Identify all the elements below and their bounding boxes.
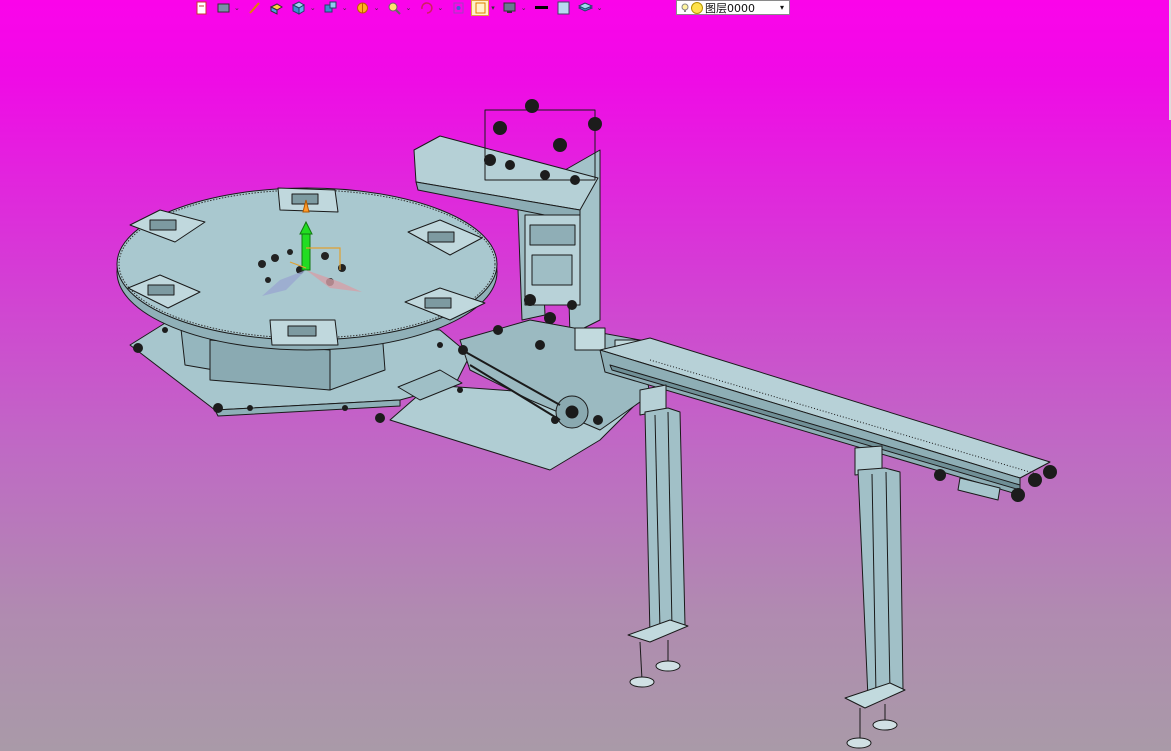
box-open-icon[interactable] [268, 1, 286, 16]
layer-stack-icon[interactable] [577, 1, 595, 16]
support-leg-front [627, 384, 689, 688]
cube-icon[interactable] [290, 1, 308, 16]
zoom-icon[interactable] [386, 1, 404, 16]
fit-icon[interactable] [449, 1, 467, 16]
chevron-down-icon[interactable]: ⌄ [342, 4, 348, 12]
chevron-down-icon[interactable]: ⌄ [374, 4, 380, 12]
new-sheet-icon[interactable] [192, 1, 210, 16]
layer-selector[interactable]: 图层0000 ▾ [676, 0, 790, 15]
lightbulb-icon[interactable] [681, 3, 689, 13]
model-viewport[interactable] [0, 0, 1171, 751]
rotate-icon[interactable] [417, 1, 435, 16]
chevron-down-icon[interactable]: ⌄ [521, 4, 527, 12]
fill-color-icon[interactable] [555, 1, 573, 16]
chevron-down-icon[interactable]: ⌄ [234, 4, 240, 12]
layer-color-icon[interactable] [691, 1, 703, 14]
line-color-icon[interactable] [533, 1, 551, 16]
display-icon[interactable] [501, 1, 519, 16]
view-dropdown-icon[interactable] [214, 1, 232, 16]
pencil-icon[interactable] [246, 1, 264, 16]
chevron-down-icon[interactable]: ⌄ [597, 4, 603, 12]
chevron-down-icon[interactable]: ⌄ [310, 4, 316, 12]
frame-icon[interactable] [471, 0, 490, 16]
cube-group-icon[interactable] [322, 1, 340, 16]
chevron-down-icon[interactable]: ▾ [491, 4, 495, 12]
chevron-down-icon[interactable]: ⌄ [437, 4, 443, 12]
layer-name: 图层0000 [705, 1, 755, 15]
support-leg-rear [844, 445, 906, 749]
chevron-down-icon[interactable]: ▾ [775, 3, 789, 12]
fixture-bottom [269, 319, 339, 346]
chevron-down-icon[interactable]: ⌄ [406, 4, 412, 12]
sun-icon[interactable] [354, 1, 372, 16]
